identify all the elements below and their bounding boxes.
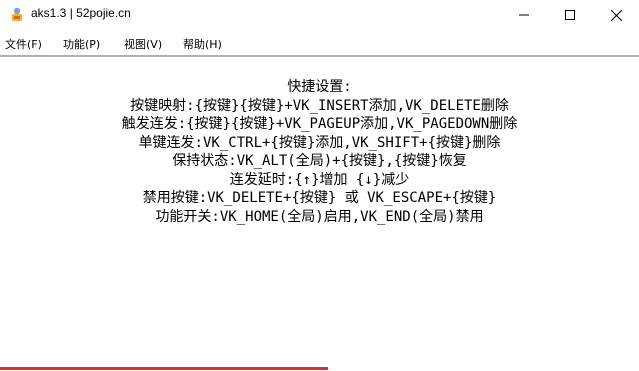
- help-heading: 快捷设置:: [287, 79, 352, 95]
- menu-function[interactable]: 功能(P): [63, 36, 100, 52]
- menu-help[interactable]: 帮助(H): [183, 36, 222, 52]
- menu-file[interactable]: 文件(F): [5, 36, 42, 52]
- help-line-disable-key: 禁用按键:VK_DELETE+{按键} 或 VK_ESCAPE+{按键}: [142, 190, 497, 206]
- maximize-icon: [565, 10, 575, 20]
- app-icon: [12, 7, 22, 21]
- help-line-trigger-burst: 触发连发:{按键}{按键}+VK_PAGEUP添加,VK_PAGEDOWN删除: [121, 116, 518, 132]
- content-area: 快捷设置: 按键映射:{按键}{按键}+VK_INSERT添加,VK_DELET…: [0, 58, 639, 371]
- help-line-hold-state: 保持状态:VK_ALT(全局)+{按键},{按键}恢复: [172, 153, 467, 169]
- maximize-button[interactable]: [547, 0, 593, 30]
- help-line-single-key-burst: 单键连发:VK_CTRL+{按键}添加,VK_SHIFT+{按键}删除: [138, 134, 501, 151]
- help-line-burst-delay: 连发延时:{↑}增加 {↓}减少: [229, 171, 410, 188]
- minimize-icon: [519, 14, 529, 16]
- menu-bar: 文件(F) 功能(P) 视图(V) 帮助(H): [0, 33, 639, 53]
- menu-view[interactable]: 视图(V): [124, 36, 162, 52]
- help-line-key-mapping: 按键映射:{按键}{按键}+VK_INSERT添加,VK_DELETE删除: [130, 97, 509, 114]
- window-title: aks1.3 | 52pojie.cn: [31, 6, 131, 20]
- shortcut-help-text: 快捷设置: 按键映射:{按键}{按键}+VK_INSERT添加,VK_DELET…: [0, 78, 639, 226]
- close-button[interactable]: [593, 0, 639, 30]
- close-icon: [610, 9, 622, 21]
- minimize-button[interactable]: [501, 0, 547, 30]
- help-line-toggle-function: 功能开关:VK_HOME(全局)启用,VK_END(全局)禁用: [155, 208, 484, 225]
- title-bar[interactable]: aks1.3 | 52pojie.cn: [0, 0, 639, 30]
- menu-separator: [0, 55, 639, 57]
- accent-bar: [0, 367, 328, 370]
